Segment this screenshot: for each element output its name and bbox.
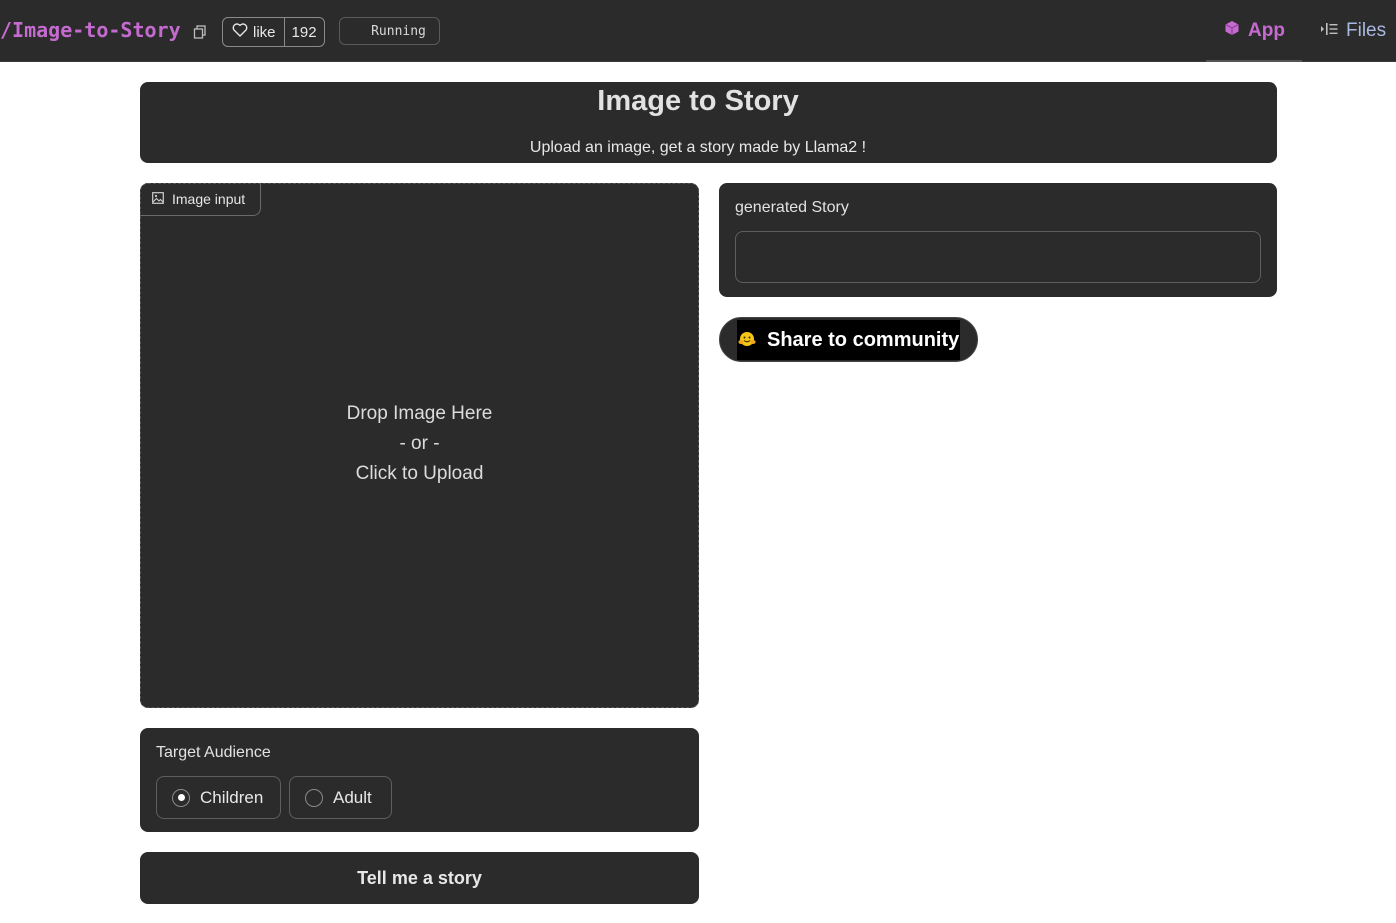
drop-text-line2: - or - — [399, 433, 440, 454]
status-badge: Running — [339, 17, 440, 45]
radio-dot — [177, 794, 185, 801]
heart-icon — [232, 23, 248, 41]
tab-app[interactable]: App — [1224, 20, 1285, 42]
radio-option-adult[interactable]: Adult — [289, 776, 392, 819]
repo-title[interactable]: /Image-to-Story — [0, 18, 181, 42]
tab-app-label: App — [1248, 20, 1285, 41]
files-icon — [1320, 20, 1338, 42]
top-bar: /Image-to-Story like 192 Running App Fil… — [0, 0, 1396, 62]
like-button[interactable]: like 192 — [222, 17, 325, 47]
image-input-label-text: Image input — [172, 191, 246, 207]
cube-icon — [1224, 20, 1240, 42]
tab-files-label: Files — [1346, 20, 1387, 41]
tell-me-a-story-button[interactable]: Tell me a story — [140, 852, 699, 904]
copy-icon[interactable] — [193, 24, 207, 39]
image-input-label: Image input — [140, 183, 261, 216]
like-count: 192 — [291, 23, 317, 41]
radio-button-checked[interactable] — [172, 788, 190, 807]
radio-label-adult: Adult — [333, 787, 372, 807]
share-button-label: Share to community — [767, 328, 960, 351]
like-label: like — [253, 23, 276, 41]
image-icon — [152, 191, 164, 207]
target-audience-label: Target Audience — [156, 744, 271, 761]
page-subtitle: Upload an image, get a story made by Lla… — [529, 139, 867, 156]
tab-files[interactable]: Files — [1320, 20, 1386, 42]
drop-text-line1: Drop Image Here — [346, 403, 493, 424]
story-output-label: generated Story — [735, 199, 849, 216]
share-button-content[interactable]: Share to community — [737, 320, 960, 360]
hugging-face-icon — [737, 328, 757, 352]
page-title: Image to Story — [597, 85, 799, 117]
story-output-textbox[interactable] — [735, 231, 1261, 283]
tab-active-indicator — [1206, 60, 1302, 62]
radio-button-unchecked[interactable] — [305, 788, 323, 807]
radio-option-children[interactable]: Children — [156, 776, 281, 819]
radio-label-children: Children — [200, 787, 264, 807]
drop-text-line3: Click to Upload — [355, 463, 484, 484]
